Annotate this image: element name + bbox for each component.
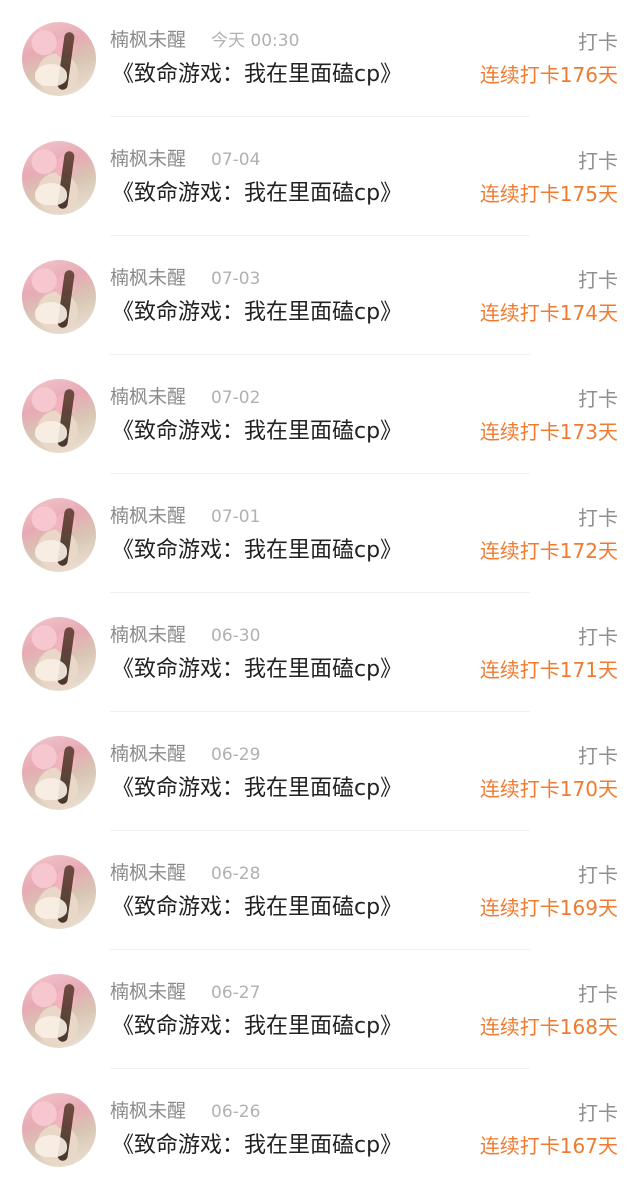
book-title[interactable]: 《致命游戏：我在里面磕cp》	[112, 1011, 402, 1043]
book-title[interactable]: 《致命游戏：我在里面磕cp》	[112, 1130, 402, 1162]
streak-count: 连续打卡171天	[479, 658, 618, 682]
checkin-label: 打卡	[578, 387, 618, 411]
avatar[interactable]	[22, 974, 96, 1048]
checkin-label: 打卡	[578, 506, 618, 530]
checkin-label: 打卡	[578, 149, 618, 173]
streak-count: 连续打卡176天	[479, 63, 618, 87]
book-title[interactable]: 《致命游戏：我在里面磕cp》	[112, 892, 402, 924]
avatar[interactable]	[22, 498, 96, 572]
checkin-label: 打卡	[578, 30, 618, 54]
post-date: 07-01	[211, 507, 261, 527]
username[interactable]: 楠枫未醒	[110, 383, 186, 411]
book-title[interactable]: 《致命游戏：我在里面磕cp》	[112, 416, 402, 448]
post-date: 07-02	[211, 388, 261, 408]
feed-item[interactable]: 楠枫未醒 06-28 《致命游戏：我在里面磕cp》 打卡 连续打卡169天	[0, 833, 640, 952]
avatar[interactable]	[22, 141, 96, 215]
post-date: 06-27	[211, 983, 261, 1003]
streak-count: 连续打卡172天	[479, 539, 618, 563]
username[interactable]: 楠枫未醒	[110, 978, 186, 1006]
post-date: 07-04	[211, 150, 261, 170]
divider	[110, 354, 530, 355]
username[interactable]: 楠枫未醒	[110, 264, 186, 292]
avatar[interactable]	[22, 617, 96, 691]
post-date: 今天 00:30	[211, 31, 300, 51]
divider	[110, 473, 530, 474]
checkin-label: 打卡	[578, 1101, 618, 1125]
book-title[interactable]: 《致命游戏：我在里面磕cp》	[112, 535, 402, 567]
username[interactable]: 楠枫未醒	[110, 740, 186, 768]
checkin-label: 打卡	[578, 744, 618, 768]
book-title[interactable]: 《致命游戏：我在里面磕cp》	[112, 178, 402, 210]
streak-count: 连续打卡174天	[479, 301, 618, 325]
feed-item[interactable]: 楠枫未醒 06-30 《致命游戏：我在里面磕cp》 打卡 连续打卡171天	[0, 595, 640, 714]
divider	[110, 235, 530, 236]
feed-item[interactable]: 楠枫未醒 07-03 《致命游戏：我在里面磕cp》 打卡 连续打卡174天	[0, 238, 640, 357]
feed-item[interactable]: 楠枫未醒 06-26 《致命游戏：我在里面磕cp》 打卡 连续打卡167天	[0, 1071, 640, 1190]
streak-count: 连续打卡170天	[479, 777, 618, 801]
username[interactable]: 楠枫未醒	[110, 26, 186, 54]
feed-item[interactable]: 楠枫未醒 07-04 《致命游戏：我在里面磕cp》 打卡 连续打卡175天	[0, 119, 640, 238]
streak-count: 连续打卡169天	[479, 896, 618, 920]
post-date: 07-03	[211, 269, 261, 289]
feed-item[interactable]: 楠枫未醒 07-02 《致命游戏：我在里面磕cp》 打卡 连续打卡173天	[0, 357, 640, 476]
divider	[110, 830, 530, 831]
avatar[interactable]	[22, 379, 96, 453]
checkin-label: 打卡	[578, 863, 618, 887]
streak-count: 连续打卡168天	[479, 1015, 618, 1039]
divider	[110, 711, 530, 712]
book-title[interactable]: 《致命游戏：我在里面磕cp》	[112, 773, 402, 805]
streak-count: 连续打卡175天	[479, 182, 618, 206]
divider	[110, 949, 530, 950]
checkin-feed-list: 楠枫未醒 今天 00:30 《致命游戏：我在里面磕cp》 打卡 连续打卡176天…	[0, 0, 640, 1188]
feed-item[interactable]: 楠枫未醒 今天 00:30 《致命游戏：我在里面磕cp》 打卡 连续打卡176天	[0, 0, 640, 119]
avatar[interactable]	[22, 260, 96, 334]
avatar[interactable]	[22, 855, 96, 929]
checkin-label: 打卡	[578, 268, 618, 292]
post-date: 06-30	[211, 626, 261, 646]
post-date: 06-29	[211, 745, 261, 765]
avatar[interactable]	[22, 1093, 96, 1167]
checkin-label: 打卡	[578, 625, 618, 649]
book-title[interactable]: 《致命游戏：我在里面磕cp》	[112, 654, 402, 686]
post-date: 06-28	[211, 864, 261, 884]
post-date: 06-26	[211, 1102, 261, 1122]
book-title[interactable]: 《致命游戏：我在里面磕cp》	[112, 59, 402, 91]
streak-count: 连续打卡167天	[479, 1134, 618, 1158]
feed-item[interactable]: 楠枫未醒 07-01 《致命游戏：我在里面磕cp》 打卡 连续打卡172天	[0, 476, 640, 595]
username[interactable]: 楠枫未醒	[110, 145, 186, 173]
avatar[interactable]	[22, 736, 96, 810]
checkin-label: 打卡	[578, 982, 618, 1006]
username[interactable]: 楠枫未醒	[110, 1097, 186, 1125]
divider	[110, 1068, 530, 1069]
divider	[110, 116, 530, 117]
username[interactable]: 楠枫未醒	[110, 502, 186, 530]
divider	[110, 592, 530, 593]
username[interactable]: 楠枫未醒	[110, 621, 186, 649]
feed-item[interactable]: 楠枫未醒 06-29 《致命游戏：我在里面磕cp》 打卡 连续打卡170天	[0, 714, 640, 833]
username[interactable]: 楠枫未醒	[110, 859, 186, 887]
book-title[interactable]: 《致命游戏：我在里面磕cp》	[112, 297, 402, 329]
streak-count: 连续打卡173天	[479, 420, 618, 444]
feed-item[interactable]: 楠枫未醒 06-27 《致命游戏：我在里面磕cp》 打卡 连续打卡168天	[0, 952, 640, 1071]
avatar[interactable]	[22, 22, 96, 96]
